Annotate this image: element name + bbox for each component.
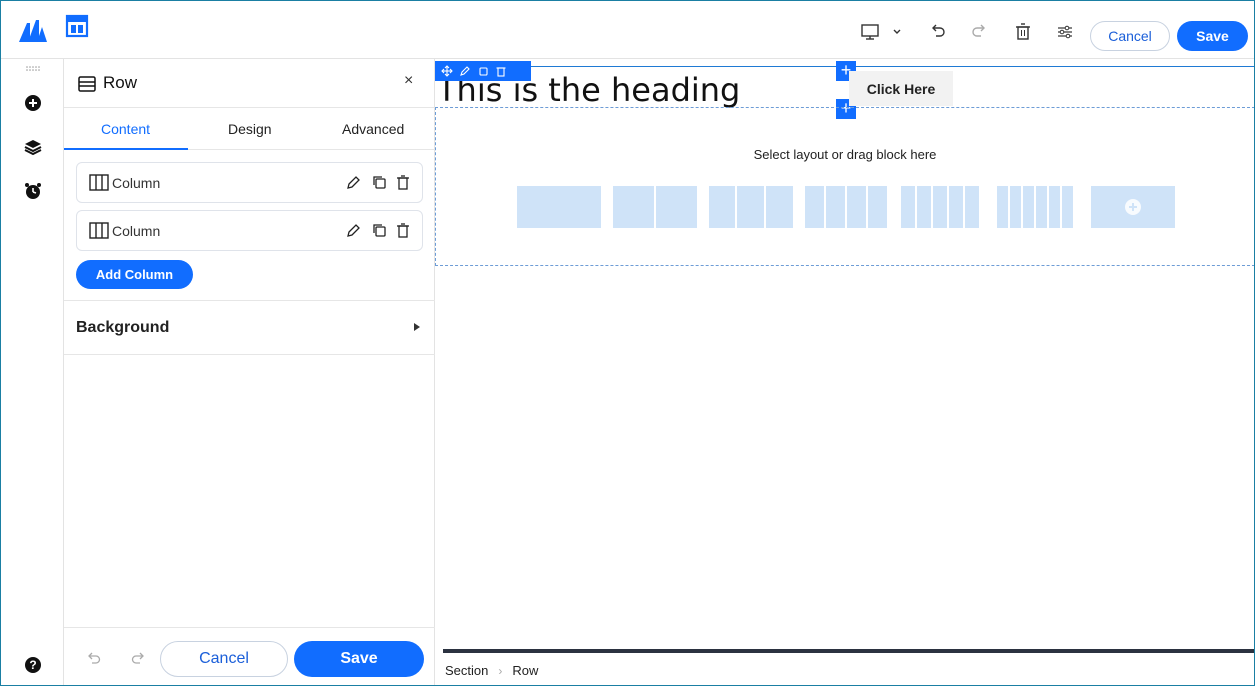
layout-option-6-columns[interactable]: [997, 186, 1073, 228]
trash-icon[interactable]: [1012, 21, 1034, 43]
panel-cancel-button[interactable]: Cancel: [160, 641, 288, 677]
panel-save-button[interactable]: Save: [294, 641, 424, 677]
click-here-button[interactable]: Click Here: [849, 71, 953, 106]
editor-canvas: This is the heading + + Click Here Selec…: [435, 59, 1254, 685]
layout-option-2-columns[interactable]: [613, 186, 697, 228]
move-icon[interactable]: [441, 65, 453, 77]
layout-option-3-columns[interactable]: [709, 186, 793, 228]
device-dropdown-chevron-icon[interactable]: [890, 21, 904, 43]
block-edit-icon[interactable]: [459, 65, 471, 77]
cancel-button[interactable]: Cancel: [1090, 21, 1170, 51]
drag-handle-icon[interactable]: [23, 65, 43, 73]
column-item[interactable]: Column: [76, 210, 423, 251]
delete-icon[interactable]: [395, 174, 411, 191]
delete-icon[interactable]: [395, 222, 411, 239]
background-section-toggle[interactable]: Background: [64, 300, 435, 355]
edit-pencil-icon[interactable]: [345, 222, 361, 239]
save-button[interactable]: Save: [1177, 21, 1248, 51]
svg-text:?: ?: [29, 658, 36, 672]
column-item[interactable]: Column: [76, 162, 423, 203]
layout-option-1-column[interactable]: [517, 186, 601, 228]
undo-icon[interactable]: [927, 21, 949, 43]
layout-option-5-columns[interactable]: [901, 186, 979, 228]
layout-template-icon[interactable]: [65, 14, 89, 38]
desktop-view-icon[interactable]: [859, 21, 881, 43]
tab-advanced[interactable]: Advanced: [342, 121, 404, 137]
columns-icon: [89, 222, 109, 239]
block-toolbar: [435, 61, 531, 81]
breadcrumb-row[interactable]: Row: [512, 663, 538, 678]
canvas-bottom-divider: [443, 649, 1254, 653]
breadcrumb-separator-icon: ›: [498, 663, 503, 678]
add-column-button[interactable]: Add Column: [76, 260, 193, 289]
layout-prompt: Select layout or drag block here: [753, 147, 937, 162]
panel-redo-icon[interactable]: [130, 652, 146, 666]
row-settings-panel: Row × Content Design Advanced Column Col…: [64, 59, 435, 685]
panel-title: Row: [103, 73, 138, 92]
active-tab-indicator: [64, 148, 188, 150]
tab-content[interactable]: Content: [101, 121, 150, 137]
help-icon[interactable]: ?: [23, 655, 43, 675]
settings-sliders-icon[interactable]: [1054, 21, 1076, 43]
panel-footer: Cancel Save: [64, 627, 435, 685]
close-icon[interactable]: ×: [404, 72, 413, 90]
caret-right-icon: [414, 323, 420, 331]
add-element-icon[interactable]: [23, 93, 43, 113]
duplicate-icon[interactable]: [371, 174, 387, 191]
custom-layout-plus-icon[interactable]: [1091, 186, 1175, 228]
panel-header: Row ×: [64, 59, 435, 107]
top-toolbar: Cancel Save: [1, 1, 1254, 59]
edit-pencil-icon[interactable]: [345, 174, 361, 191]
background-label: Background: [76, 319, 170, 336]
block-duplicate-icon[interactable]: [477, 65, 489, 77]
layout-option-4-columns[interactable]: [805, 186, 887, 228]
column-label: Column: [112, 223, 161, 239]
panel-undo-icon[interactable]: [86, 652, 102, 666]
duplicate-icon[interactable]: [371, 222, 387, 239]
history-alarm-icon[interactable]: [23, 181, 43, 201]
block-delete-icon[interactable]: [495, 65, 507, 77]
columns-icon: [89, 174, 109, 191]
column-label: Column: [112, 175, 161, 191]
tab-design[interactable]: Design: [228, 121, 272, 137]
breadcrumb-section[interactable]: Section: [445, 663, 488, 678]
panel-tabs: Content Design Advanced: [64, 107, 435, 150]
layers-icon[interactable]: [23, 137, 43, 157]
left-rail: ?: [1, 59, 64, 685]
brand-logo: [19, 20, 47, 42]
redo-icon[interactable]: [968, 21, 990, 43]
editor-window: Cancel Save ? Row × Content Design Advan…: [0, 0, 1255, 686]
row-icon: [78, 76, 96, 92]
breadcrumb: Section › Row: [445, 663, 538, 678]
